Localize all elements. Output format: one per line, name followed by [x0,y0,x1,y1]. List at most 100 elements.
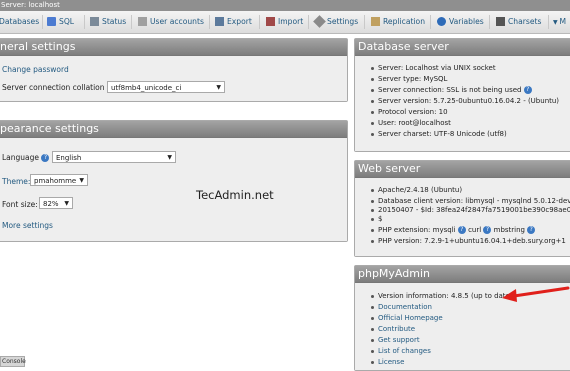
status-icon [90,16,99,26]
language-select[interactable]: English ▼ [52,151,176,163]
tab-sql[interactable]: SQL [47,11,74,33]
tab-user-accounts[interactable]: User accounts [138,11,204,33]
tab-settings[interactable]: Settings [313,11,359,33]
tab-import-label: Import [278,17,304,26]
help-icon[interactable]: ? [483,226,492,234]
general-settings-title: neral settings [0,39,347,56]
appearance-settings-panel: pearance settings Language ? English ▼ Th… [0,120,348,242]
tab-replication[interactable]: Replication [371,11,425,33]
help-icon[interactable]: ? [523,86,532,94]
chevron-down-icon: ▼ [167,154,172,161]
theme-value: pmahomme [34,177,77,185]
list-item: Protocol version: 10 [371,108,448,116]
chevron-down-icon: ▼ [79,177,84,184]
tab-user-accounts-label: User accounts [150,17,204,26]
chevron-down-icon: ▼ [64,200,69,207]
php-ext-curl: curl [468,226,482,234]
web-server-panel: Web server Apache/2.4.18 (Ubuntu) Databa… [354,160,570,257]
font-size-value: 82% [43,200,59,208]
tab-variables-label: Variables [449,17,484,26]
tab-variables[interactable]: Variables [437,11,484,33]
list-item: PHP extension: mysqli ? curl ? mbstring … [371,226,536,234]
list-item: Apache/2.4.18 (Ubuntu) [371,186,462,194]
window-title: Server: localhost [1,1,60,9]
list-item-continuation: $ [371,215,382,223]
general-settings-panel: neral settings Change password Server co… [0,38,348,102]
theme-select[interactable]: pmahomme ▼ [30,174,88,186]
theme-label[interactable]: Theme: [2,177,30,186]
language-label: Language ? [2,153,50,162]
list-item-continuation: 20150407 - $Id: 38fea24f2847fa7519001be3… [371,206,570,214]
change-password-link[interactable]: Change password [2,65,69,74]
contribute-link[interactable]: Contribute [371,325,415,333]
php-ext-mbstring: mbstring [493,226,525,234]
font-size-select[interactable]: 82% ▼ [39,197,73,209]
charsets-icon [496,16,505,26]
list-item: Database client version: libmysql - mysq… [371,197,570,205]
list-item: Server type: MySQL [371,75,447,83]
language-label-text: Language [2,153,40,162]
general-settings-body: Change password Server connection collat… [0,56,347,101]
top-tab-bar: Databases SQL Status User accounts Expor… [0,11,570,34]
users-icon [138,16,147,26]
collation-label-text: Server connection collation [2,83,105,92]
official-homepage-link[interactable]: Official Homepage [371,314,443,322]
collation-select[interactable]: utf8mb4_unicode_ci ▼ [107,81,225,93]
list-item: User: root@localhost [371,119,451,127]
list-item: Server charset: UTF-8 Unicode (utf8) [371,130,507,138]
list-item: Server: Localhost via UNIX socket [371,64,496,72]
appearance-settings-title: pearance settings [0,121,347,138]
get-support-link[interactable]: Get support [371,336,420,344]
phpmyadmin-title: phpMyAdmin [355,266,570,283]
phpmyadmin-panel: phpMyAdmin Version information: 4.8.5 (u… [354,265,570,371]
console-label: Console [2,358,26,365]
appearance-settings-body: Language ? English ▼ Theme: pmahomme ▼ Fon… [0,138,347,241]
tab-charsets[interactable]: Charsets [496,11,541,33]
language-value: English [56,154,82,162]
tab-databases-label: Databases [0,17,40,26]
help-icon[interactable]: ? [527,226,536,234]
tab-more-label: M [559,17,567,26]
php-ext-mysqli: PHP extension: mysqli [378,226,456,234]
list-item: Server connection: SSL is not being used… [371,86,532,94]
more-settings-link[interactable]: More settings [2,221,53,230]
tab-import[interactable]: Import [266,11,303,33]
tab-sql-label: SQL [59,17,75,26]
watermark-text: TecAdmin.net [196,188,274,202]
console-tab[interactable]: Console [0,356,26,367]
web-server-title: Web server [355,161,570,178]
collation-label: Server connection collation ? [2,83,115,92]
tab-replication-label: Replication [383,17,426,26]
database-server-panel: Database server Server: Localhost via UN… [354,38,570,152]
database-server-body: Server: Localhost via UNIX socket Server… [355,56,570,151]
annotation-arrow-icon [502,286,570,302]
web-server-body: Apache/2.4.18 (Ubuntu) Database client v… [355,178,570,256]
list-item: PHP version: 7.2.9-1+ubuntu16.04.1+deb.s… [371,237,566,245]
tab-export[interactable]: Export [215,11,252,33]
import-icon [266,16,275,26]
tab-status[interactable]: Status [90,11,126,33]
tab-export-label: Export [227,17,252,26]
tab-charsets-label: Charsets [508,17,542,26]
documentation-link[interactable]: Documentation [371,303,432,311]
tab-more[interactable]: ▼ M [553,11,566,33]
collation-value: utf8mb4_unicode_ci [111,84,182,92]
sql-icon [47,16,56,26]
help-icon[interactable]: ? [457,226,466,234]
version-info: Version information: 4.8.5 (up to date) [371,292,513,300]
chevron-down-icon: ▼ [216,84,221,91]
variables-icon [437,16,446,26]
database-server-title: Database server [355,39,570,56]
ssl-status-text: Server connection: SSL is not being used [378,86,522,94]
window-titlebar: Server: localhost [0,0,570,11]
tab-databases[interactable]: Databases [0,11,39,33]
tab-settings-label: Settings [327,17,359,26]
font-size-label: Font size: [2,200,38,209]
wrench-icon [313,14,326,28]
help-icon[interactable]: ? [41,154,50,162]
list-of-changes-link[interactable]: List of changes [371,347,431,355]
list-item: Server version: 5.7.25-0ubuntu0.16.04.2 … [371,97,559,105]
tab-status-label: Status [102,17,127,26]
replication-icon [371,16,380,26]
export-icon [215,16,224,26]
